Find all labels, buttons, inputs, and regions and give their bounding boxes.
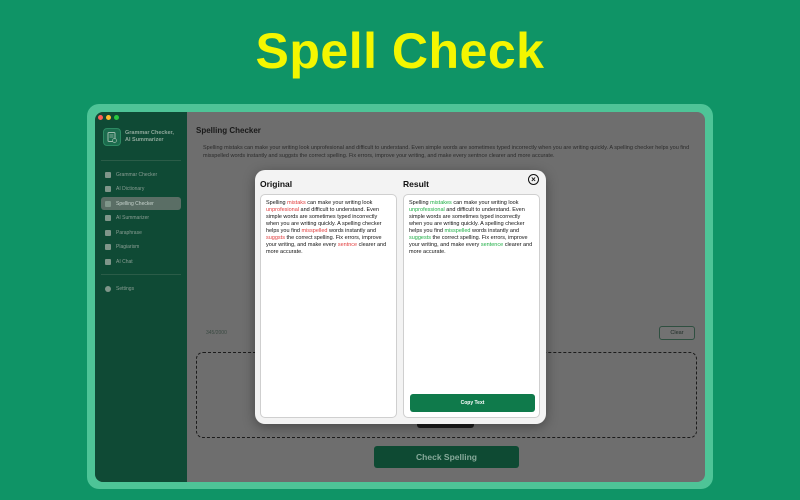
zoom-window-button[interactable] bbox=[114, 115, 119, 120]
sidebar-item-label: Plagiarism bbox=[116, 244, 140, 250]
summarizer-icon bbox=[105, 215, 111, 221]
sidebar-item-label: Paraphrase bbox=[116, 229, 142, 236]
sidebar-item-label: AI Dictionary bbox=[116, 186, 145, 192]
original-text: Spelling bbox=[266, 200, 288, 206]
sidebar-item-paraphrase[interactable]: Paraphrase bbox=[101, 226, 181, 239]
app-title-line1: Grammar Checker, bbox=[125, 130, 174, 136]
corrected-word: suggests bbox=[409, 235, 432, 241]
sidebar-nav: Grammar Checker AI Dictionary Spelling C… bbox=[101, 160, 181, 297]
misspelled-word: sentnce bbox=[337, 242, 358, 248]
app-title: Grammar Checker, AI Summarizer bbox=[125, 130, 174, 144]
sidebar: Grammar Checker, AI Summarizer Grammar C… bbox=[95, 112, 187, 482]
sidebar-item-label: AI Chat bbox=[116, 258, 133, 265]
original-text: words instantly and bbox=[327, 228, 377, 234]
app-header: Grammar Checker, AI Summarizer bbox=[103, 128, 174, 146]
paraphrase-icon bbox=[105, 229, 111, 236]
plagiarism-icon bbox=[105, 244, 111, 250]
close-icon[interactable]: × bbox=[528, 174, 539, 185]
result-text: can make your writing look bbox=[451, 200, 519, 206]
dictionary-icon bbox=[105, 186, 111, 192]
result-title: Result bbox=[403, 179, 429, 189]
copy-text-button[interactable]: Copy Text bbox=[410, 394, 535, 412]
check-spelling-button[interactable]: Check Spelling bbox=[374, 446, 519, 468]
gear-icon bbox=[105, 285, 111, 292]
sidebar-item-label: AI Summarizer bbox=[116, 215, 150, 221]
result-text: Spelling bbox=[409, 200, 431, 206]
document-check-icon bbox=[103, 128, 121, 146]
clear-button[interactable]: Clear bbox=[659, 326, 695, 340]
misspelled-word: suggsts bbox=[266, 235, 285, 241]
misspelled-word: mistaks bbox=[287, 200, 306, 206]
original-text: can make your writing look bbox=[305, 200, 373, 206]
misspelled-word: misspelled bbox=[301, 228, 328, 234]
original-title: Original bbox=[260, 179, 293, 189]
character-counter: 345/2000 bbox=[206, 330, 227, 336]
result-text: words instantly and bbox=[470, 228, 520, 234]
sidebar-item-label: Spelling Checker bbox=[116, 200, 154, 207]
sidebar-item-ai-chat[interactable]: AI Chat bbox=[101, 255, 181, 268]
window-controls bbox=[98, 115, 119, 120]
headline: Spell Check bbox=[255, 23, 545, 79]
original-pane: Spelling mistaks can make your writing l… bbox=[260, 194, 397, 418]
corrected-word: misspelled bbox=[444, 228, 471, 234]
comparison-modal: × Original Result Spelling mistaks can m… bbox=[255, 170, 546, 424]
sidebar-item-settings[interactable]: Settings bbox=[101, 282, 181, 295]
corrected-word: unprofessional bbox=[409, 207, 445, 213]
misspelled-word: unprofesional bbox=[266, 207, 300, 213]
chat-icon bbox=[105, 258, 111, 265]
sidebar-item-plagiarism[interactable]: Plagiarism bbox=[101, 241, 181, 254]
divider bbox=[101, 274, 181, 275]
sidebar-item-spelling-checker[interactable]: Spelling Checker bbox=[101, 197, 181, 210]
sidebar-item-ai-summarizer[interactable]: AI Summarizer bbox=[101, 212, 181, 225]
corrected-word: mistakes bbox=[430, 200, 452, 206]
text-input-area[interactable]: Spelling mistaks can make your writing l… bbox=[203, 145, 698, 160]
sidebar-item-ai-dictionary[interactable]: AI Dictionary bbox=[101, 183, 181, 196]
spelling-icon bbox=[105, 200, 111, 207]
corrected-word: sentence bbox=[480, 242, 504, 248]
page-title: Spelling Checker bbox=[196, 126, 261, 135]
result-pane: Spelling mistakes can make your writing … bbox=[403, 194, 540, 418]
grammar-icon bbox=[105, 171, 111, 178]
sidebar-item-grammar-checker[interactable]: Grammar Checker bbox=[101, 168, 181, 181]
app-title-line2: AI Summarizer bbox=[125, 137, 164, 143]
minimize-window-button[interactable] bbox=[106, 115, 111, 120]
close-window-button[interactable] bbox=[98, 115, 103, 120]
divider bbox=[101, 160, 181, 161]
sidebar-item-label: Grammar Checker bbox=[116, 171, 158, 178]
sidebar-item-label: Settings bbox=[116, 285, 135, 292]
